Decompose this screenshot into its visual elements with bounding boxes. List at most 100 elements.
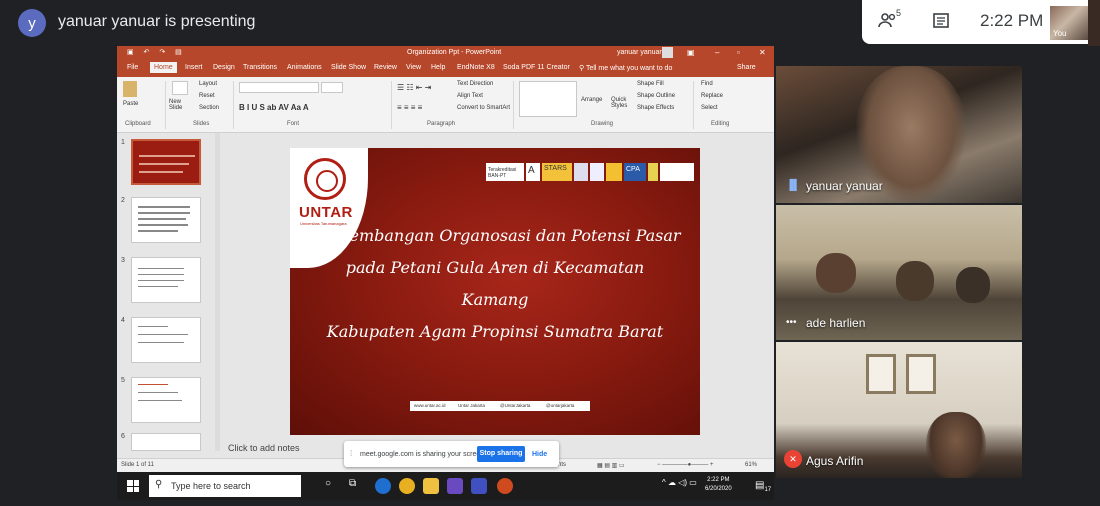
paste-button[interactable]: Paste	[123, 101, 138, 107]
font-format-buttons[interactable]: B I U S ab AV Aa A	[239, 103, 309, 112]
thumb-line	[139, 171, 183, 173]
font-size-box[interactable]	[321, 82, 343, 93]
slide-thumbnail-1[interactable]	[131, 139, 201, 185]
tab-design[interactable]: Design	[213, 64, 235, 71]
quick-styles-button[interactable]: Quick Styles	[611, 97, 633, 109]
thumb-line	[138, 230, 178, 232]
stop-sharing-button[interactable]: Stop sharing	[477, 446, 525, 462]
section-button[interactable]: Section	[199, 105, 219, 111]
shape-fill-button[interactable]: Shape Fill	[637, 81, 664, 87]
thumb-line	[139, 155, 195, 157]
paste-icon	[123, 81, 137, 97]
system-tray-icons[interactable]: ^ ☁ ◁) ▭	[662, 478, 697, 487]
view-buttons[interactable]: ▦ ▤ ▥ ▭	[597, 462, 625, 469]
share-button[interactable]: Share	[737, 64, 756, 71]
drag-handle-icon[interactable]: ⁞	[350, 449, 352, 458]
shape-effects-button[interactable]: Shape Effects	[637, 105, 674, 111]
tab-transitions[interactable]: Transitions	[243, 64, 277, 71]
untar-crest-icon	[304, 158, 346, 200]
powerpoint-taskbar-icon[interactable]	[497, 478, 513, 494]
badge-iso-icon	[574, 163, 588, 181]
maximize-icon[interactable]: ▫	[737, 48, 740, 57]
arrange-button[interactable]: Arrange	[581, 97, 602, 103]
user-avatar[interactable]	[662, 47, 673, 58]
align-text-button[interactable]: Align Text	[457, 93, 483, 99]
slide-title-line-2: pada Petani Gula Aren di Kecamatan	[345, 258, 645, 277]
tell-me-search[interactable]: ⚲ Tell me what you want to do	[579, 64, 672, 72]
thumb-line	[138, 384, 168, 385]
zoom-slider[interactable]: − ──────●──── +	[657, 462, 713, 468]
task-view-icon[interactable]: ⧉	[349, 478, 365, 494]
quick-access-toolbar[interactable]: ▣ ↶ ↷ ▤	[127, 48, 186, 56]
tab-insert[interactable]: Insert	[185, 64, 203, 71]
slide-thumbnail-5[interactable]	[131, 377, 201, 423]
reset-button[interactable]: Reset	[199, 93, 215, 99]
taskbar-search[interactable]: ⚲ Type here to search	[149, 475, 301, 497]
close-icon[interactable]: ✕	[759, 48, 766, 57]
group-label: Drawing	[591, 121, 614, 127]
participant-tile-1[interactable]: ▐▌ yanuar yanuar	[776, 66, 1022, 203]
group-label: Editing	[711, 121, 730, 127]
find-button[interactable]: Find	[701, 81, 713, 87]
slide-thumbnail-4[interactable]	[131, 317, 201, 363]
slide-title-line-3: Kamang	[461, 290, 529, 309]
tab-review[interactable]: Review	[374, 64, 397, 71]
search-icon: ⚲	[155, 479, 163, 490]
tab-endnote[interactable]: EndNote X8	[457, 64, 495, 71]
participant-tile-2[interactable]: ••• ade harlien	[776, 205, 1022, 340]
self-view-thumbnail[interactable]: You	[1050, 6, 1088, 40]
thumb-line	[138, 224, 188, 226]
accreditation-badges: Terakreditasi BAN-PT A STARS CPA	[486, 163, 700, 181]
tab-home[interactable]: Home	[150, 62, 177, 73]
app-icon[interactable]	[471, 478, 487, 494]
badge-flag-icon	[606, 163, 622, 181]
zoom-level[interactable]: 61%	[745, 462, 757, 468]
tab-file[interactable]: File	[127, 64, 138, 71]
window-title: Organization Ppt - PowerPoint	[407, 49, 502, 56]
windows-start-icon[interactable]	[127, 480, 139, 492]
align-buttons[interactable]: ≡ ≡ ≡ ≡	[397, 103, 422, 112]
replace-button[interactable]: Replace	[701, 93, 723, 99]
taskbar-clock[interactable]: 2:22 PM 6/20/2020	[705, 476, 732, 494]
edge-browser-icon[interactable]	[375, 478, 391, 494]
slide-thumbnail-6[interactable]	[131, 433, 201, 451]
tab-view[interactable]: View	[406, 64, 421, 71]
screen-share-toast: ⁞ meet.google.com is sharing your screen…	[344, 441, 559, 467]
tab-soda-pdf[interactable]: Soda PDF 11 Creator	[503, 64, 570, 71]
people-button[interactable]: 5	[878, 8, 901, 36]
badge-text: Terakreditasi BAN-PT	[488, 167, 517, 179]
new-slide-button[interactable]: New Slide	[169, 99, 193, 111]
chrome-browser-icon[interactable]	[399, 478, 415, 494]
file-explorer-icon[interactable]	[423, 478, 439, 494]
more-options-icon[interactable]: •••	[786, 317, 797, 328]
ribbon-display-icon[interactable]: ▣	[687, 48, 695, 57]
hide-button[interactable]: Hide	[532, 451, 547, 458]
slide-thumbnail-2[interactable]	[131, 197, 201, 243]
speaking-indicator-icon: ▐▌	[786, 180, 801, 191]
tab-slide-show[interactable]: Slide Show	[331, 64, 366, 71]
badge-a: A	[526, 163, 540, 181]
convert-smartart-button[interactable]: Convert to SmartArt	[457, 105, 510, 111]
minimize-icon[interactable]: –	[715, 48, 719, 57]
separator	[693, 81, 694, 129]
thumb-line	[138, 280, 184, 281]
list-buttons[interactable]: ☰ ☷ ⇤ ⇥	[397, 83, 431, 92]
layout-button[interactable]: Layout	[199, 81, 217, 87]
current-slide[interactable]: UNTAR Universitas Tarumanagara Terakredi…	[290, 148, 700, 435]
app-icon[interactable]	[447, 478, 463, 494]
tab-help[interactable]: Help	[431, 64, 445, 71]
chat-button[interactable]	[932, 12, 950, 35]
participant-tile-3[interactable]: ✕ Agus Arifin	[776, 342, 1022, 478]
badge-cpa: CPA	[624, 163, 646, 181]
shared-screen: ▣ ↶ ↷ ▤ Organization Ppt - PowerPoint ya…	[117, 46, 774, 500]
tab-animations[interactable]: Animations	[287, 64, 322, 71]
notification-center-icon[interactable]: ▤17	[755, 480, 771, 493]
font-name-box[interactable]	[239, 82, 319, 93]
shapes-gallery[interactable]	[519, 81, 577, 117]
shape-outline-button[interactable]: Shape Outline	[637, 93, 675, 99]
footer-facebook: Untar Jakarta	[458, 403, 486, 408]
cortana-icon[interactable]: ○	[325, 478, 341, 494]
slide-thumbnail-3[interactable]	[131, 257, 201, 303]
select-button[interactable]: Select	[701, 105, 718, 111]
text-direction-button[interactable]: Text Direction	[457, 81, 493, 87]
